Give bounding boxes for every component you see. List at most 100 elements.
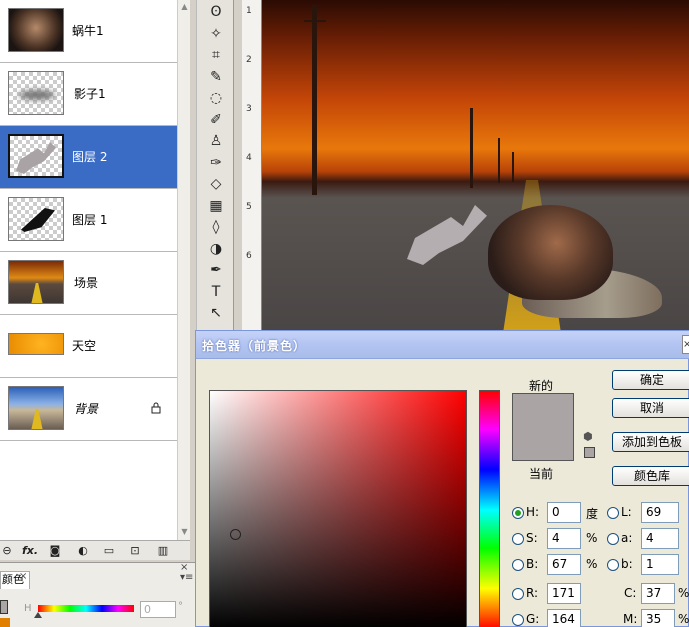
layer-row-sky[interactable]: 天空 [0, 315, 177, 378]
panel-menu-icon[interactable]: × ▾≡ [180, 563, 193, 583]
radio-a[interactable] [607, 533, 619, 545]
label-b: B: [526, 557, 539, 571]
layer-row-layer1[interactable]: 图层 1 [0, 189, 177, 252]
brush-icon[interactable]: ✐ [205, 110, 227, 130]
unit-b: % [586, 557, 598, 571]
ruler-tick-label: 6 [246, 251, 252, 261]
input-h[interactable]: 0 [547, 502, 581, 523]
hue-slider-handle[interactable] [34, 612, 42, 618]
unit-s: % [586, 531, 598, 545]
pole-crossbar [304, 20, 326, 22]
radio-l[interactable] [607, 507, 619, 519]
input-s[interactable]: 4 [547, 528, 581, 549]
input-a[interactable]: 4 [641, 528, 679, 549]
layer-thumbnail [8, 333, 64, 355]
blur-icon[interactable]: ◊ [205, 217, 227, 237]
input-r[interactable]: 171 [547, 583, 581, 604]
input-g[interactable]: 164 [547, 609, 581, 627]
input-m[interactable]: 35 [641, 609, 675, 627]
type-icon[interactable]: T [205, 282, 227, 302]
utility-pole [470, 108, 473, 188]
field-b: B: 67 % [512, 554, 602, 576]
utility-pole [312, 5, 317, 195]
label-g: G: [526, 612, 540, 626]
new-layer-icon[interactable]: ⊡ [128, 544, 142, 558]
hue-value-field[interactable]: 0 [140, 601, 176, 618]
gradient-icon[interactable]: ▦ [205, 196, 227, 216]
color-libraries-button[interactable]: 颜色库 [612, 466, 689, 486]
input-b-lab[interactable]: 1 [641, 554, 679, 575]
label-c: C: [624, 586, 637, 600]
eyedropper-icon[interactable]: ✎ [205, 67, 227, 87]
radio-r[interactable] [512, 588, 524, 600]
hue-label: H [24, 603, 32, 614]
hue-slider-track[interactable] [38, 605, 134, 612]
layer-row-layer2[interactable]: 图层 2 [0, 126, 177, 189]
label-l: L: [621, 505, 632, 519]
layers-scrollbar[interactable]: ▲ ▼ [177, 0, 190, 540]
add-to-swatches-button[interactable]: 添加到色板 [612, 432, 689, 452]
label-a: a: [621, 531, 633, 545]
input-c[interactable]: 37 [641, 583, 675, 604]
ruler-tick-label: 4 [246, 153, 252, 163]
hue-slider[interactable] [479, 390, 500, 627]
field-g: G: 164 [512, 609, 602, 627]
field-s: S: 4 % [512, 528, 602, 550]
color-marker[interactable] [230, 529, 241, 540]
scroll-up-arrow-icon[interactable]: ▲ [180, 2, 189, 11]
radio-b-lab[interactable] [607, 559, 619, 571]
history-brush-icon[interactable]: ✑ [205, 153, 227, 173]
stamp-icon[interactable]: ♙ [205, 131, 227, 151]
folder-icon[interactable]: ▭ [102, 544, 116, 558]
crop-icon[interactable]: ⌗ [205, 45, 227, 65]
foreground-swatch[interactable] [0, 600, 8, 614]
radio-b[interactable] [512, 559, 524, 571]
label-h: H: [526, 505, 540, 519]
eraser-icon[interactable]: ◇ [205, 174, 227, 194]
websafe-swatch[interactable] [584, 447, 595, 458]
link-icon[interactable]: ⊖ [0, 544, 14, 558]
layer-thumbnail [8, 197, 64, 241]
document-canvas[interactable] [262, 0, 689, 330]
lasso-icon[interactable]: ʘ [205, 2, 227, 22]
trash-icon[interactable]: ▥ [156, 544, 170, 558]
layer-row-shadow1[interactable]: 影子1 [0, 63, 177, 126]
selection-icon[interactable]: ↖ [205, 303, 227, 323]
scroll-down-arrow-icon[interactable]: ▼ [180, 527, 189, 536]
radio-g[interactable] [512, 614, 524, 626]
adjustment-icon[interactable]: ◐ [76, 544, 90, 558]
ok-button[interactable]: 确定 [612, 370, 689, 390]
fx-icon[interactable]: fx. [20, 544, 40, 558]
radio-h[interactable] [512, 507, 524, 519]
vertical-ruler: 1 2 3 4 5 6 [242, 0, 262, 330]
layer-name: 影子1 [74, 87, 106, 101]
unit-m: % [678, 612, 689, 626]
label-r: R: [526, 586, 539, 600]
saturation-brightness-field[interactable] [209, 390, 467, 627]
layer-row-scene[interactable]: 场景 [0, 252, 177, 315]
websafe-cube-icon[interactable]: ⬢ [583, 431, 597, 443]
layer-row-background[interactable]: 背景 [0, 378, 177, 441]
dialog-titlebar[interactable]: 拾色器（前景色） × [196, 331, 689, 359]
healing-icon[interactable]: ◌ [205, 88, 227, 108]
layer-thumbnail [8, 260, 64, 304]
layers-footer-toolbar: ⊖ fx. ◙ ◐ ▭ ⊡ ▥ [0, 540, 190, 560]
close-icon[interactable]: × [682, 335, 689, 354]
pen-icon[interactable]: ✒ [205, 260, 227, 280]
current-color-label: 当前 [529, 467, 554, 481]
input-b[interactable]: 67 [547, 554, 581, 575]
layer-row-snail[interactable]: 蜗牛1 [0, 0, 177, 63]
background-swatch[interactable] [0, 618, 10, 627]
radio-s[interactable] [512, 533, 524, 545]
unit-c: % [678, 586, 689, 600]
layer-thumbnail [8, 134, 64, 178]
degree-unit: ° [178, 601, 183, 612]
dodge-icon[interactable]: ◑ [205, 239, 227, 259]
field-b-lab: b: 1 [607, 554, 689, 576]
cancel-button[interactable]: 取消 [612, 398, 689, 418]
magic-wand-icon[interactable]: ✧ [205, 24, 227, 44]
close-icon[interactable]: × [19, 571, 27, 582]
mask-icon[interactable]: ◙ [48, 544, 62, 558]
input-l[interactable]: 69 [641, 502, 679, 523]
layer-thumbnail [8, 71, 64, 115]
